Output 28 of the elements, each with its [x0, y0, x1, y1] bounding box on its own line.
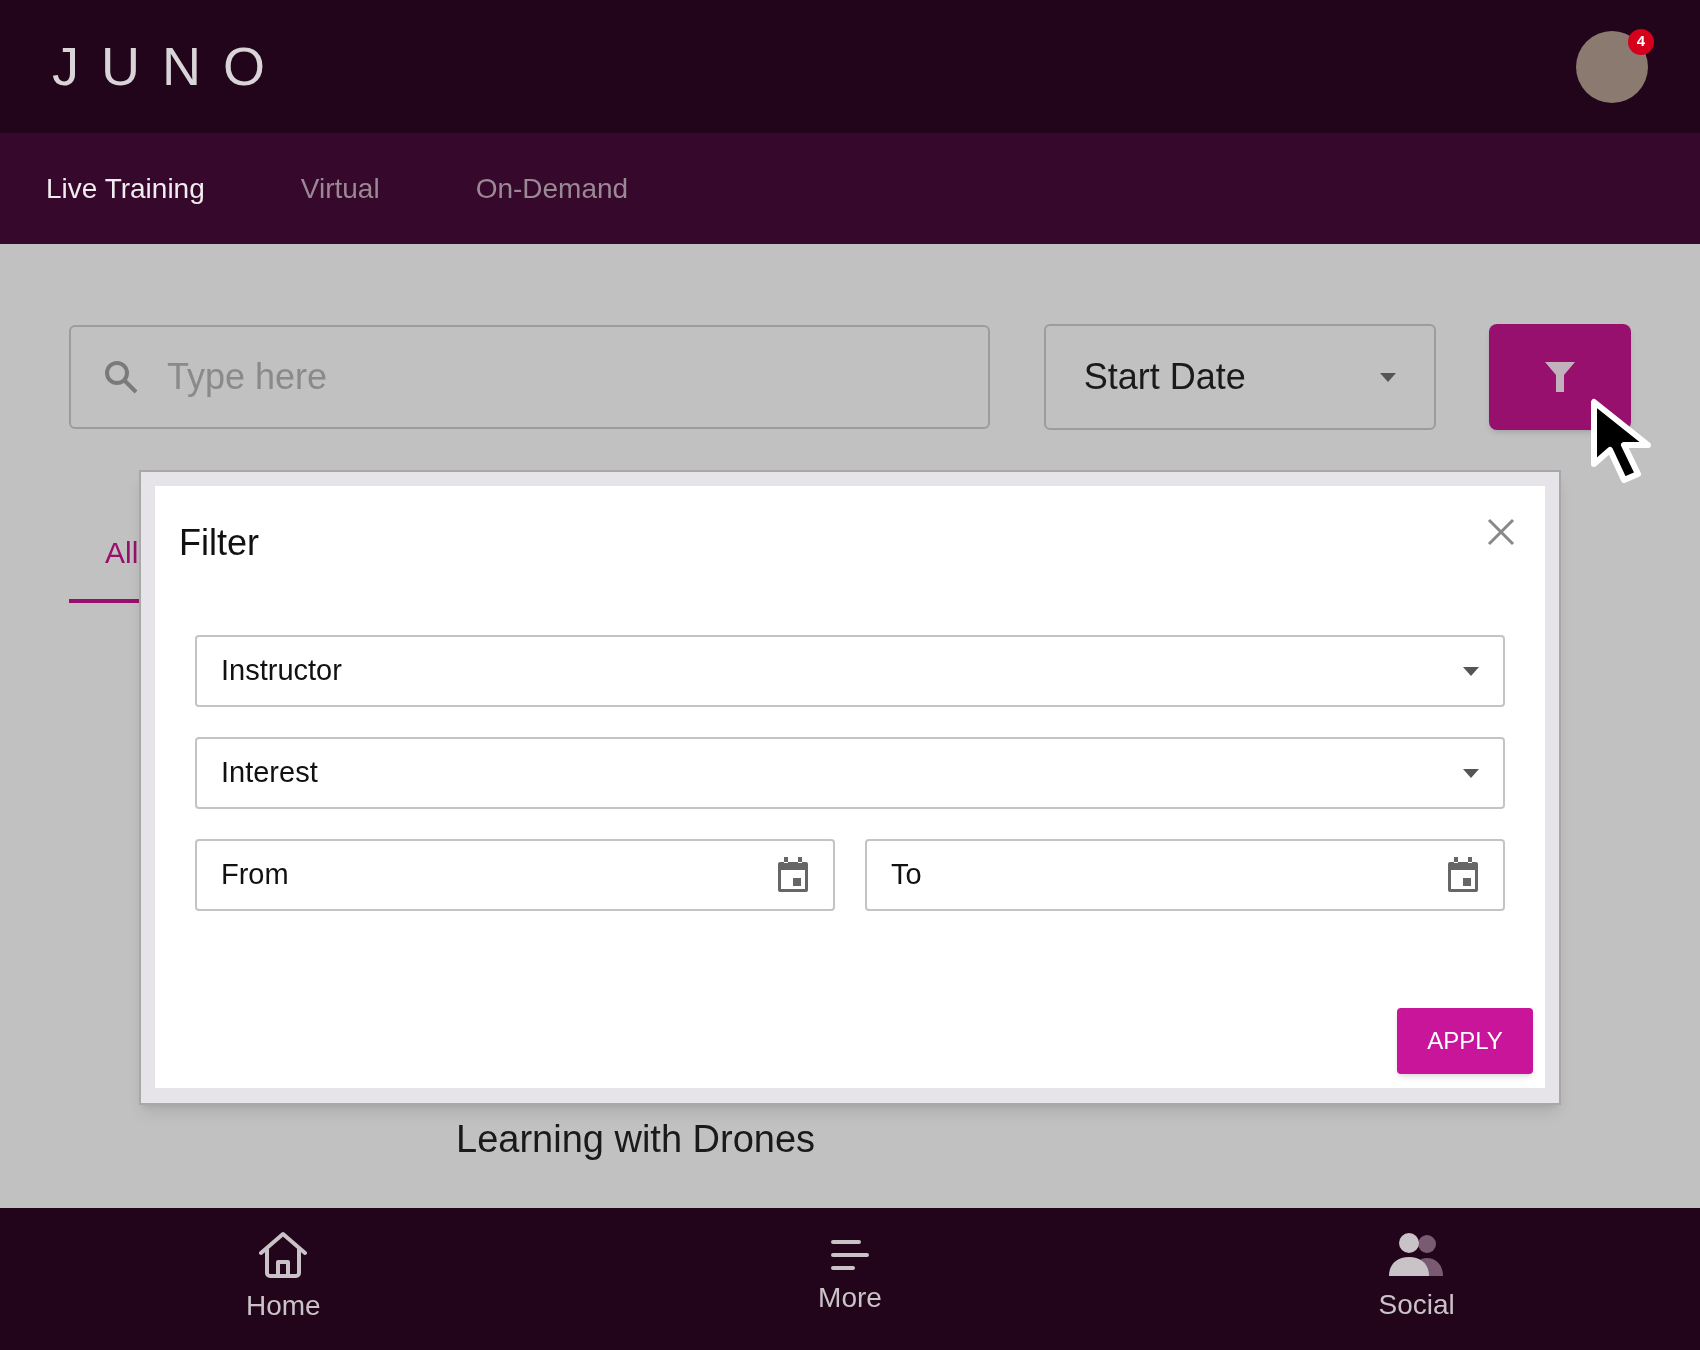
bottom-nav-item[interactable]: Social: [1133, 1208, 1700, 1350]
nav-tab[interactable]: Live Training: [46, 167, 205, 210]
caret-icon: [1463, 666, 1479, 676]
notification-badge: 4: [1628, 28, 1654, 55]
course-title[interactable]: Learning with Drones: [456, 1118, 816, 1160]
bottom-nav-item[interactable]: Home: [0, 1208, 567, 1350]
nav-tab[interactable]: Virtual: [300, 167, 380, 210]
sort-dropdown[interactable]: Start Date: [1043, 324, 1437, 430]
nav-tab[interactable]: On-Demand: [475, 167, 629, 210]
filter-button[interactable]: [1489, 324, 1631, 430]
caret-icon: [1380, 372, 1397, 382]
dialog-title: Filter: [179, 521, 259, 565]
filter-icon: [1545, 362, 1576, 392]
close-icon[interactable]: [1487, 518, 1515, 546]
bottom-nav-item[interactable]: More: [566, 1208, 1134, 1350]
home-icon: [257, 1231, 310, 1279]
date-field[interactable]: To: [865, 839, 1505, 911]
date-field[interactable]: From: [195, 839, 835, 911]
select-field[interactable]: Interest: [195, 737, 1505, 809]
logo[interactable]: JUNO: [52, 26, 287, 107]
calendar-icon: [1447, 857, 1479, 893]
menu-icon: [831, 1239, 869, 1271]
people-icon: [1388, 1232, 1445, 1278]
calendar-icon: [777, 857, 809, 893]
select-field[interactable]: Instructor: [195, 635, 1505, 707]
apply-button[interactable]: APPLY: [1397, 1008, 1533, 1074]
caret-icon: [1463, 768, 1479, 778]
search-icon: [103, 359, 139, 395]
